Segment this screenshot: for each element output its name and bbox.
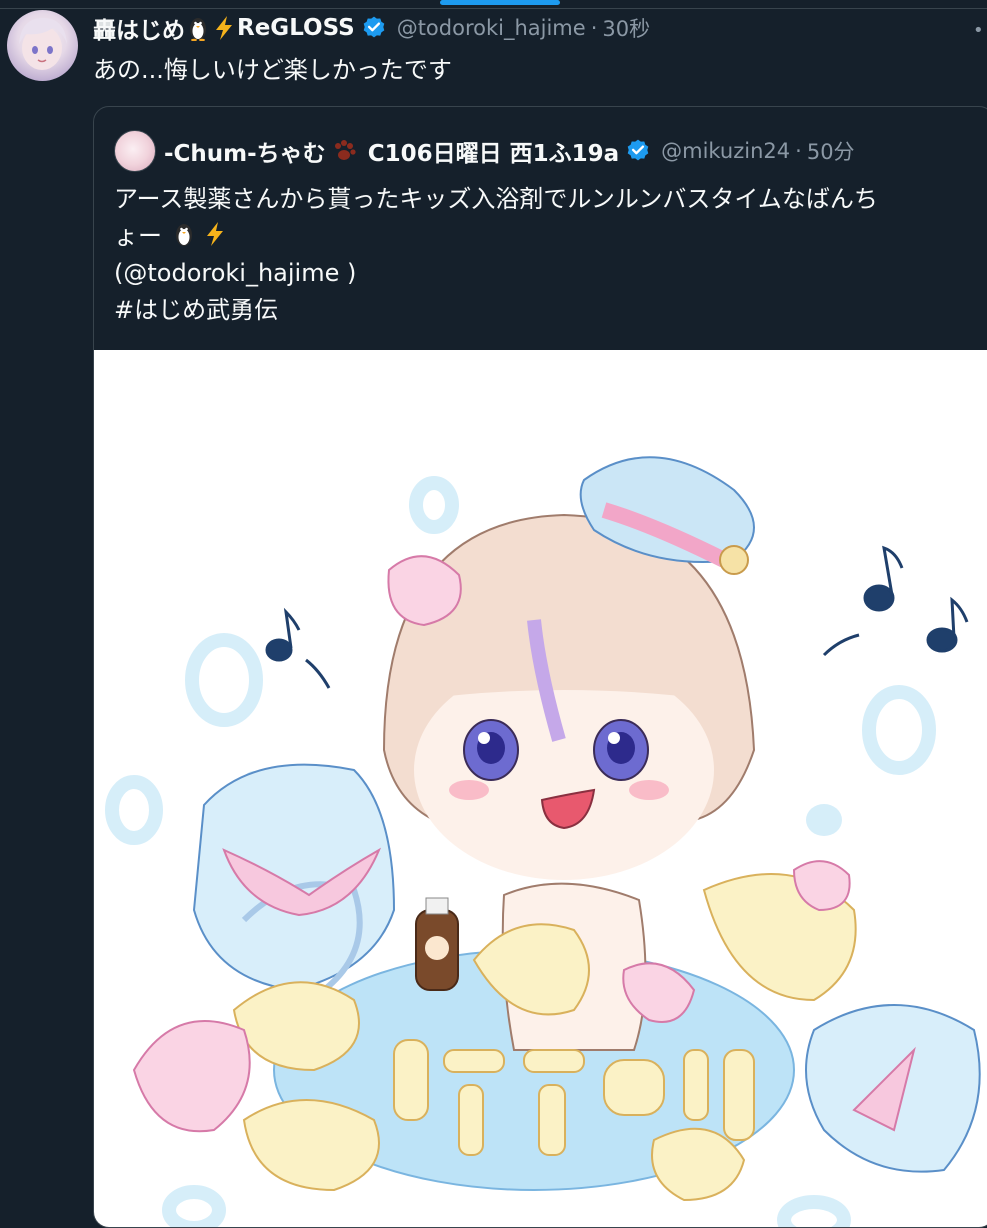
quoted-avatar[interactable]	[114, 130, 156, 172]
attached-illustration[interactable]	[94, 350, 987, 1227]
lightning-icon	[207, 222, 224, 246]
quoted-tweet-header: -Chum-ちゃむ C106日曜日 西1ふ19a @mikuzin24 · 50…	[114, 129, 855, 173]
author-handle[interactable]: @todoroki_hajime	[397, 16, 586, 40]
quoted-author-handle[interactable]: @mikuzin24	[661, 139, 790, 163]
quoted-author-name[interactable]: -Chum-ちゃむ	[164, 134, 326, 168]
bath-illustration	[105, 456, 981, 1227]
penguin-icon	[175, 224, 192, 246]
more-options-icon[interactable]: •	[973, 20, 984, 41]
tweet-header: 轟はじめ ReGLOSS @todoroki_hajime · 30秒	[93, 12, 650, 44]
quoted-text-fragment: ょー	[114, 222, 162, 250]
tweet-text: あの...悔しいけど楽しかったです	[93, 56, 452, 84]
avatar[interactable]	[7, 10, 78, 81]
quoted-text-line-2: ょー	[114, 218, 974, 255]
lightning-icon	[216, 16, 232, 40]
author-name-suffix[interactable]: ReGLOSS	[237, 15, 355, 41]
author-name[interactable]: 轟はじめ	[93, 11, 185, 45]
top-divider	[0, 0, 987, 9]
penguin-icon	[190, 18, 206, 41]
timestamp[interactable]: 30秒	[602, 13, 650, 43]
hashtag-link[interactable]: #はじめ武勇伝	[114, 292, 974, 329]
mention-link[interactable]: (@todoroki_hajime )	[114, 255, 974, 292]
active-tab-indicator	[440, 0, 560, 5]
verified-badge-icon	[627, 139, 649, 161]
separator-dot: ·	[590, 16, 598, 40]
quoted-tweet[interactable]: -Chum-ちゃむ C106日曜日 西1ふ19a @mikuzin24 · 50…	[93, 106, 987, 1228]
paw-icon	[334, 140, 356, 160]
quoted-tweet-text: アース製薬さんから貰ったキッズ入浴剤でルンルンバスタイムなばんち ょー (@to…	[114, 181, 974, 329]
quoted-text-line: アース製薬さんから貰ったキッズ入浴剤でルンルンバスタイムなばんち	[114, 185, 878, 213]
verified-badge-icon	[363, 16, 384, 38]
quoted-timestamp[interactable]: 50分	[807, 136, 855, 166]
quoted-author-name-suffix[interactable]: C106日曜日 西1ふ19a	[368, 134, 619, 168]
separator-dot: ·	[795, 139, 802, 163]
